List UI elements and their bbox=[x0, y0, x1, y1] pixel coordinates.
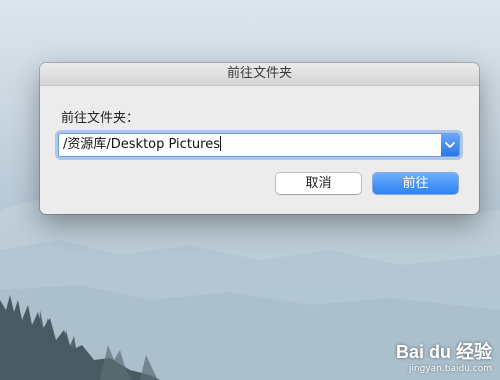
go-button[interactable]: 前往 bbox=[373, 173, 458, 194]
folder-prompt-label: 前往文件夹： bbox=[61, 111, 140, 126]
folder-path-input[interactable]: /资源库/Desktop Pictures bbox=[63, 134, 221, 156]
path-history-dropdown-button[interactable] bbox=[441, 134, 459, 156]
watermark-brand: Bai du 经验 bbox=[395, 342, 492, 362]
go-to-folder-dialog: 前往文件夹 前往文件夹： /资源库/Desktop Pictures 取消 前往 bbox=[40, 63, 479, 214]
folder-path-text: /资源库/Desktop Pictures bbox=[63, 137, 220, 152]
dialog-title: 前往文件夹 bbox=[40, 63, 479, 86]
baidu-jingyan-watermark: Bai du 经验 jingyan.baidu.com bbox=[396, 338, 492, 374]
folder-path-combobox[interactable]: /资源库/Desktop Pictures bbox=[58, 133, 460, 157]
chevron-down-icon bbox=[445, 142, 455, 148]
desktop-background: 前往文件夹 前往文件夹： /资源库/Desktop Pictures 取消 前往… bbox=[0, 0, 500, 380]
cancel-button[interactable]: 取消 bbox=[276, 173, 361, 194]
text-caret bbox=[219, 136, 221, 151]
watermark-url: jingyan.baidu.com bbox=[408, 364, 492, 374]
